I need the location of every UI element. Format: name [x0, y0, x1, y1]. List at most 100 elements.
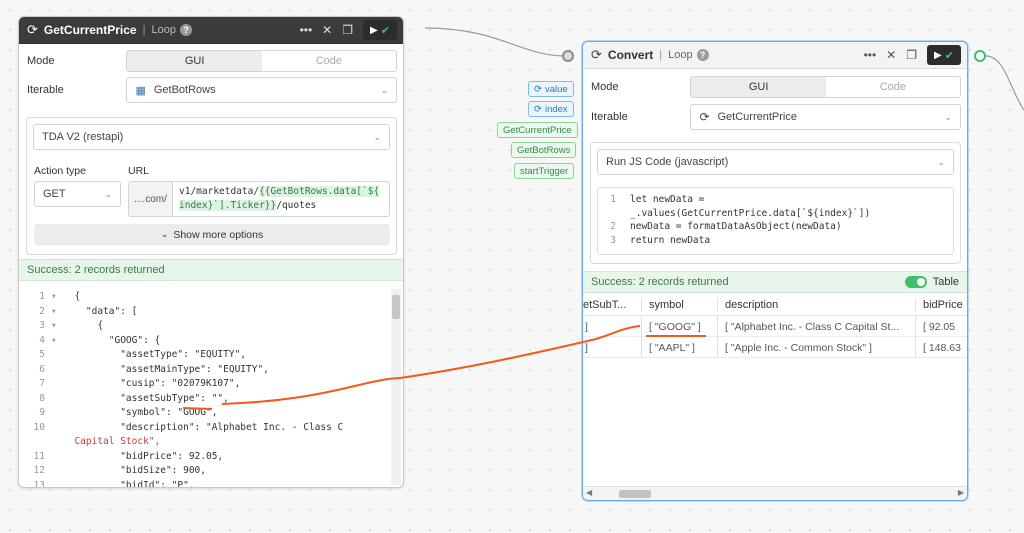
arrow-left-icon[interactable]: ◀ [586, 488, 592, 497]
url-label: URL [128, 165, 150, 177]
success-message: Success: 2 records returned [591, 276, 729, 288]
more-icon[interactable]: ••• [300, 23, 313, 37]
pill-starttrigger[interactable]: startTrigger [514, 163, 575, 179]
query-icon: ⟳ [27, 22, 38, 37]
edge-convert-out [985, 55, 1024, 111]
code-editor[interactable]: 1 let newData = _.values(GetCurrentPrice.d… [597, 187, 954, 255]
edge-getcurrentprice-convert [424, 27, 567, 57]
pill-getbotrows[interactable]: GetBotRows [511, 142, 577, 158]
column-header[interactable]: etSubT... [583, 299, 626, 311]
code-line: 13 "bidId": "P", [33, 479, 195, 488]
code-line: 2 ▾ "data": [ [39, 305, 138, 317]
check-icon: ✔ [380, 24, 390, 37]
database-icon: ▦ [135, 84, 146, 97]
code-line: 5 "assetType": "EQUITY", [39, 349, 247, 360]
run-button[interactable]: ▶ ✔ [927, 45, 961, 65]
node-type: Loop [668, 49, 693, 61]
mode-code[interactable]: Code [826, 77, 960, 97]
show-more-options-button[interactable]: ⌄ Show more options [34, 224, 390, 245]
column-header[interactable]: description [725, 299, 778, 311]
query-editor: TDA V2 (restapi) ⌄ Action type URL GET ⌄… [26, 117, 397, 255]
iterable-select[interactable]: ▦ GetBotRows ⌄ [126, 77, 397, 103]
help-icon[interactable]: ? [179, 24, 192, 36]
code-line: Capital Stock", [63, 436, 161, 447]
query-icon: ⟳ [534, 83, 542, 95]
column-header[interactable]: symbol [649, 299, 684, 311]
chevron-down-icon: ⌄ [380, 84, 388, 95]
success-bar: Success: 2 records returned Table [583, 271, 967, 293]
node-header[interactable]: ⟳ GetCurrentPrice | Loop ? ••• ✕ ❐ ▶ ✔ [19, 17, 403, 44]
code-line: 10 "description": "Alphabet Inc. - Class… [33, 421, 344, 433]
code-line: 3 ▾ { [39, 320, 104, 331]
mode-gui[interactable]: GUI [691, 77, 826, 97]
chevron-down-icon: ⌄ [160, 229, 169, 239]
code-line: 4 ▾ "GOOG": { [39, 334, 161, 346]
mode-toggle[interactable]: GUI Code [126, 50, 397, 72]
url-input[interactable]: ....com/ v1/marketdata/{{GetBotRows.data… [128, 181, 390, 217]
node-header[interactable]: ⟳ Convert | Loop ? ••• ✕ ❐ ▶ ✔ [583, 42, 967, 69]
query-icon: ⟳ [534, 103, 542, 115]
action-type-label: Action type [34, 165, 86, 177]
code-line: _.values(GetCurrentPrice.data[`${index}`… [630, 207, 871, 219]
code-line: 1 let newData = [610, 194, 705, 205]
success-message: Success: 2 records returned [27, 264, 165, 276]
chevron-down-icon: ⌄ [104, 188, 112, 199]
url-prefix: ....com/ [129, 182, 173, 216]
horizontal-scrollbar[interactable]: ◀ ▶ [583, 486, 967, 500]
table-toggle-label: Table [932, 276, 959, 288]
code-line: 6 "assetMainType": "EQUITY", [39, 363, 269, 375]
query-editor: Run JS Code (javascript) ⌄ 1 let newData … [590, 142, 961, 264]
table-toggle[interactable] [904, 276, 927, 288]
query-icon: ⟳ [699, 110, 710, 124]
node-type: Loop [151, 24, 176, 36]
resource-select[interactable]: TDA V2 (restapi) ⌄ [33, 124, 390, 150]
play-icon: ▶ [370, 24, 378, 36]
success-bar: Success: 2 records returned [19, 259, 403, 281]
mode-label: Mode [591, 81, 619, 93]
collapse-icon[interactable]: ✕ [886, 48, 896, 62]
query-icon: ⟳ [591, 47, 602, 62]
code-line: 1 ▾ { [39, 291, 81, 302]
node-title: Convert [607, 48, 654, 62]
chevron-down-icon: ⌄ [937, 156, 945, 167]
json-viewer[interactable]: 1 ▾ { 2 ▾ "data": [ 3 ▾ { 4 ▾ "GOOG": { 5 "asset… [19, 287, 403, 487]
code-line: 9 "symbol": "GOOG", [39, 407, 218, 418]
pill-getcurrentprice[interactable]: GetCurrentPrice [497, 122, 578, 138]
more-icon[interactable]: ••• [864, 48, 877, 62]
duplicate-icon[interactable]: ❐ [342, 23, 353, 37]
input-handle[interactable] [562, 50, 574, 62]
pill-index[interactable]: ⟳ index [528, 101, 574, 117]
collapse-icon[interactable]: ✕ [322, 23, 332, 37]
results-table: etSubT... symbol description bidPrice ] … [583, 294, 967, 484]
column-header[interactable]: bidPrice [923, 299, 963, 311]
node-getcurrentprice[interactable]: ⟳ GetCurrentPrice | Loop ? ••• ✕ ❐ ▶ ✔ Mo… [18, 16, 404, 488]
node-title: GetCurrentPrice [43, 23, 137, 37]
iterable-label: Iterable [27, 84, 64, 96]
code-line: 2 newData = formatDataAsObject(newData) [610, 221, 842, 232]
node-convert[interactable]: ⟳ Convert | Loop ? ••• ✕ ❐ ▶ ✔ Mode GUI C… [582, 41, 968, 501]
code-line: 3 return newData [610, 234, 711, 246]
code-line: 7 "cusip": "02079K107", [39, 378, 241, 389]
code-line: 12 "bidSize": 900, [33, 465, 206, 476]
mode-toggle[interactable]: GUI Code [690, 76, 961, 98]
scrollbar[interactable] [391, 289, 401, 485]
mode-gui[interactable]: GUI [127, 51, 262, 71]
run-button[interactable]: ▶ ✔ [363, 20, 397, 40]
iterable-select[interactable]: ⟳ GetCurrentPrice ⌄ [690, 104, 961, 130]
play-icon: ▶ [934, 49, 942, 61]
help-icon[interactable]: ? [696, 49, 709, 61]
code-line: 11 "bidPrice": 92.05, [33, 450, 224, 462]
action-type-select[interactable]: GET ⌄ [34, 181, 121, 207]
iterable-label: Iterable [591, 111, 628, 123]
mode-code[interactable]: Code [262, 51, 396, 71]
chevron-down-icon: ⌄ [373, 131, 381, 142]
chevron-down-icon: ⌄ [944, 111, 952, 122]
pill-value[interactable]: ⟳ value [528, 81, 574, 97]
mode-label: Mode [27, 55, 55, 67]
output-handle[interactable] [974, 50, 986, 62]
arrow-right-icon[interactable]: ▶ [958, 488, 964, 497]
duplicate-icon[interactable]: ❐ [906, 48, 917, 62]
code-line: 8 "assetSubType": "", [39, 392, 229, 404]
check-icon: ✔ [944, 49, 954, 62]
resource-select[interactable]: Run JS Code (javascript) ⌄ [597, 149, 954, 175]
